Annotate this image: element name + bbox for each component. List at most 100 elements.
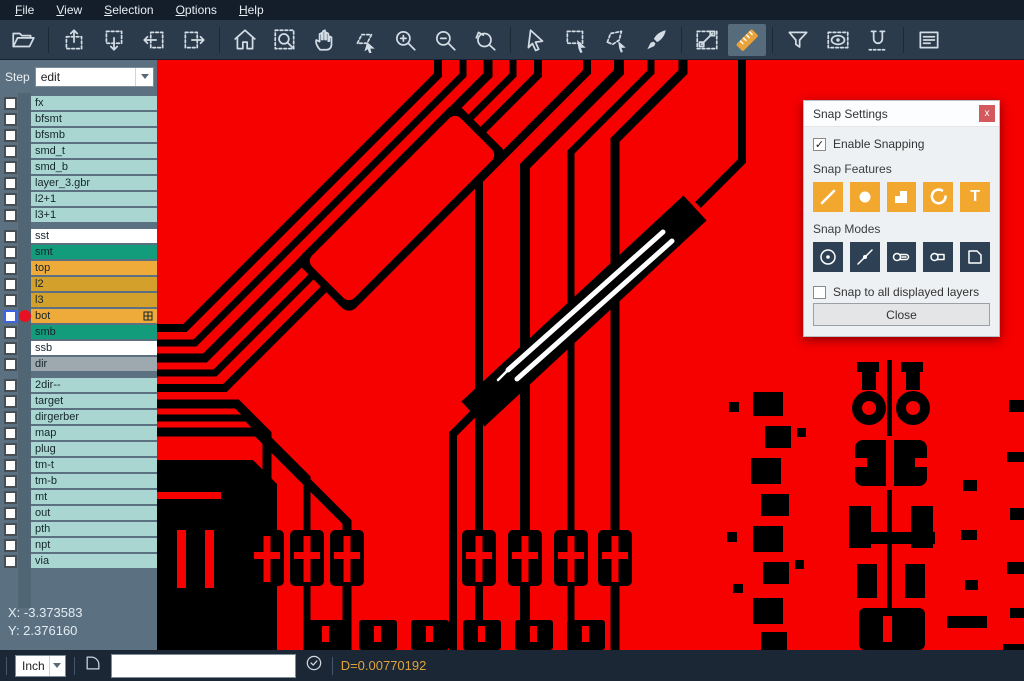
layer-row[interactable]: mt [0,489,157,505]
layer-name[interactable]: via [31,554,157,568]
layer-visibility-checkbox[interactable] [4,161,17,174]
layer-row[interactable]: bfsmt [0,111,157,127]
layer-name[interactable]: smd_t [31,144,157,158]
layer-visibility-checkbox[interactable] [4,209,17,222]
layer-row[interactable]: out [0,505,157,521]
layer-visibility-checkbox[interactable] [4,491,17,504]
snap-feature-text-button[interactable]: T [960,182,990,212]
snap-mode-point-button[interactable] [850,242,880,272]
corner-angle-icon[interactable] [83,653,103,678]
layer-row[interactable]: bfsmb [0,127,157,143]
layer-name[interactable]: top [31,261,157,275]
layer-row[interactable]: dirgerber [0,409,157,425]
layer-name[interactable]: bot [31,309,157,323]
layer-row[interactable]: l3 [0,292,157,308]
layer-name[interactable]: l3 [31,293,157,307]
layer-name[interactable]: tm-t [31,458,157,472]
layer-row-active[interactable]: bot [0,308,157,324]
layer-name[interactable]: ssb [31,341,157,355]
layer-row[interactable]: tm-b [0,473,157,489]
layer-visibility-checkbox[interactable] [4,427,17,440]
zoom-previous-button[interactable] [466,24,504,56]
layer-row[interactable]: npt [0,537,157,553]
pan-up-button[interactable] [55,24,93,56]
dialog-close-button[interactable]: Close [813,303,990,326]
layer-visibility-checkbox[interactable] [4,523,17,536]
layer-row[interactable]: target [0,393,157,409]
layer-name[interactable]: sst [31,229,157,243]
layer-name[interactable]: smb [31,325,157,339]
layer-name[interactable]: fx [31,96,157,110]
layer-row[interactable]: l3+1 [0,207,157,223]
pan-down-button[interactable] [95,24,133,56]
layer-name[interactable]: out [31,506,157,520]
layer-row[interactable]: fx [0,95,157,111]
snap-mode-center-button[interactable] [813,242,843,272]
layer-row[interactable]: tm-t [0,457,157,473]
open-file-button[interactable] [4,24,42,56]
layer-row[interactable]: dir [0,356,157,372]
snap-mode-slot-center-button[interactable] [887,242,917,272]
layer-row[interactable]: via [0,553,157,569]
layers-panel-button[interactable] [910,24,948,56]
layer-visibility-checkbox[interactable] [4,310,17,323]
menu-selection[interactable]: Selection [93,1,164,19]
layer-row[interactable]: l2+1 [0,191,157,207]
select-rect-button[interactable] [557,24,595,56]
close-icon[interactable]: x [979,105,995,122]
unit-dropdown[interactable]: Inch [15,655,66,677]
layer-row[interactable]: ssb [0,340,157,356]
layer-row[interactable]: map [0,425,157,441]
menu-help[interactable]: Help [228,1,275,19]
layer-visibility-checkbox[interactable] [4,326,17,339]
layer-row[interactable]: sst [0,228,157,244]
snap-all-layers-checkbox[interactable] [813,286,826,299]
layer-row[interactable]: 2dir-- [0,377,157,393]
layer-name[interactable]: bfsmb [31,128,157,142]
layer-visibility-checkbox[interactable] [4,129,17,142]
layer-name[interactable]: layer_3.gbr [31,176,157,190]
layer-visibility-checkbox[interactable] [4,379,17,392]
pan-right-button[interactable] [175,24,213,56]
layer-name[interactable]: l2 [31,277,157,291]
layer-visibility-checkbox[interactable] [4,113,17,126]
layer-visibility-checkbox[interactable] [4,507,17,520]
snap-mode-corner-button[interactable] [960,242,990,272]
chevron-down-icon[interactable] [49,656,65,676]
layer-name[interactable]: plug [31,442,157,456]
clean-brush-button[interactable] [637,24,675,56]
layer-visibility-checkbox[interactable] [4,97,17,110]
layer-name[interactable]: npt [31,538,157,552]
layer-visibility-checkbox[interactable] [4,145,17,158]
pcb-canvas[interactable]: Snap Settings x ✓ Enable Snapping Snap F… [157,60,1024,650]
layer-visibility-checkbox[interactable] [4,395,17,408]
layer-row[interactable]: l2 [0,276,157,292]
dialog-titlebar[interactable]: Snap Settings x [804,101,999,127]
show-selection-button[interactable] [819,24,857,56]
layer-row[interactable]: smb [0,324,157,340]
layer-visibility-checkbox[interactable] [4,555,17,568]
layer-name[interactable]: bfsmt [31,112,157,126]
layer-row[interactable]: smd_t [0,143,157,159]
snap-feature-surface-button[interactable] [887,182,917,212]
layer-visibility-checkbox[interactable] [4,230,17,243]
command-input[interactable] [111,654,296,678]
layer-visibility-checkbox[interactable] [4,475,17,488]
layer-visibility-checkbox[interactable] [4,411,17,424]
zoom-region-button[interactable] [266,24,304,56]
snap-feature-arc-button[interactable] [923,182,953,212]
layer-visibility-checkbox[interactable] [4,193,17,206]
transform-button[interactable] [346,24,384,56]
layer-visibility-checkbox[interactable] [4,358,17,371]
pan-left-button[interactable] [135,24,173,56]
select-poly-button[interactable] [597,24,635,56]
layer-visibility-checkbox[interactable] [4,246,17,259]
ruler-tool-button[interactable] [728,24,766,56]
home-view-button[interactable] [226,24,264,56]
layer-name[interactable]: smd_b [31,160,157,174]
layer-visibility-checkbox[interactable] [4,539,17,552]
layer-name[interactable]: smt [31,245,157,259]
snap-mode-slot-end-button[interactable] [923,242,953,272]
layer-name[interactable]: pth [31,522,157,536]
layer-name[interactable]: l2+1 [31,192,157,206]
